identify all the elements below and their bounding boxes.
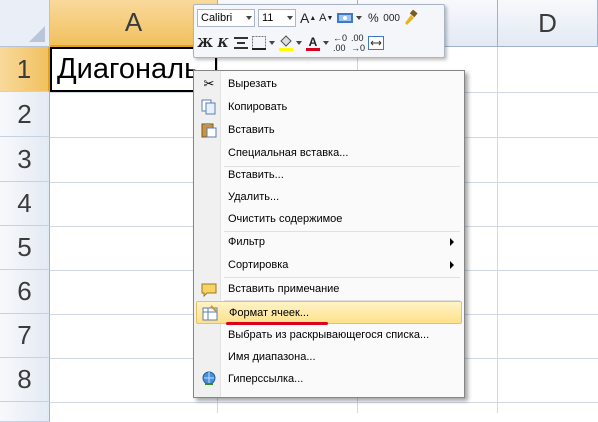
mini-toolbar: Calibri 11 A ▲ A ▼ % 000 Ж К A ←0 .00 .0… [193, 4, 445, 58]
increase-decimal-icon[interactable]: ←0.00 [332, 33, 348, 53]
menu-item-label: Копировать [228, 101, 288, 113]
menu-item-name-range[interactable]: Имя диапазона... [196, 346, 462, 368]
font-color-letter: A [308, 34, 318, 49]
borders-icon[interactable] [251, 33, 267, 53]
italic-button[interactable]: К [215, 33, 231, 53]
menu-item-cut[interactable]: ✂ Вырезать [196, 73, 462, 95]
cell-a1[interactable]: Диагональ [50, 47, 217, 92]
menu-item-paste-special[interactable]: Специальная вставка... [196, 142, 462, 164]
menu-item-format-cells[interactable]: Формат ячеек... [196, 301, 462, 324]
menu-item-label: Формат ячеек... [229, 306, 310, 319]
menu-item-label: Вставить примечание [228, 283, 340, 295]
submenu-arrow-icon [450, 261, 454, 269]
chevron-down-icon[interactable] [356, 16, 363, 20]
menu-item-label: Сортировка [228, 259, 289, 271]
row-header-4[interactable]: 4 [0, 182, 50, 226]
row-header-7[interactable]: 7 [0, 314, 50, 358]
chevron-down-icon [246, 16, 252, 20]
column-header-d[interactable]: D [498, 0, 598, 47]
submenu-arrow-icon [450, 238, 454, 246]
copy-icon [201, 99, 217, 115]
accounting-format-icon[interactable] [336, 8, 354, 28]
grow-font-icon[interactable]: A ▲ [300, 8, 316, 28]
percent-style-button[interactable]: % [365, 8, 381, 28]
scissors-icon: ✂ [203, 76, 215, 91]
font-name-value: Calibri [201, 12, 233, 24]
align-center-icon[interactable] [233, 33, 249, 53]
fill-color-icon[interactable] [278, 33, 294, 53]
menu-item-label: Гиперссылка... [228, 373, 304, 385]
menu-item-label: Вырезать [228, 78, 277, 90]
menu-item-hyperlink[interactable]: Гиперссылка... [196, 368, 462, 390]
select-all-triangle-icon [29, 26, 45, 42]
decrease-decimal-icon[interactable]: .00 →0 [350, 33, 366, 53]
font-name-combo[interactable]: Calibri [197, 9, 255, 27]
thousands-separator-button[interactable]: 000 [383, 8, 400, 28]
menu-item-paste[interactable]: Вставить [196, 119, 462, 141]
row-header-9[interactable] [0, 402, 50, 422]
bold-button[interactable]: Ж [197, 33, 213, 53]
menu-item-copy[interactable]: Копировать [196, 96, 462, 118]
menu-item-label: Вставить... [228, 169, 284, 181]
paste-icon [201, 122, 217, 138]
menu-item-label: Очистить содержимое [228, 213, 343, 225]
menu-item-label: Фильтр [228, 236, 265, 248]
font-size-combo[interactable]: 11 [258, 9, 296, 27]
menu-item-delete[interactable]: Удалить... [196, 186, 462, 208]
font-color-swatch [306, 47, 320, 51]
row-header-1[interactable]: 1 [0, 47, 50, 92]
annotation-underline [226, 322, 328, 325]
select-all-corner[interactable] [0, 0, 50, 47]
chevron-down-icon [287, 16, 293, 20]
menu-item-clear-contents[interactable]: Очистить содержимое [196, 208, 462, 230]
row-header-5[interactable]: 5 [0, 226, 50, 270]
row-header-6[interactable]: 6 [0, 270, 50, 314]
context-menu: ✂ Вырезать Копировать Вставить Специальн… [193, 70, 465, 398]
row-header-8[interactable]: 8 [0, 358, 50, 402]
font-color-button[interactable]: A [305, 33, 321, 53]
row-header-2[interactable]: 2 [0, 92, 50, 137]
grid-line [50, 402, 598, 403]
row-header-3[interactable]: 3 [0, 137, 50, 182]
shrink-font-icon[interactable]: A ▼ [318, 8, 334, 28]
font-size-value: 11 [262, 12, 274, 24]
menu-item-sort[interactable]: Сортировка [196, 254, 462, 276]
format-painter-icon[interactable] [402, 8, 418, 28]
format-cells-icon [202, 305, 218, 321]
menu-item-label: Удалить... [228, 191, 280, 203]
menu-item-label: Специальная вставка... [228, 147, 349, 159]
merge-center-icon[interactable] [368, 33, 384, 53]
menu-item-label: Вставить [228, 124, 275, 136]
chevron-down-icon[interactable] [323, 41, 329, 45]
menu-item-insert[interactable]: Вставить... [196, 164, 462, 186]
comment-icon [201, 281, 217, 298]
grid-line [497, 47, 498, 413]
hyperlink-icon [201, 371, 217, 387]
chevron-down-icon[interactable] [296, 41, 302, 45]
menu-item-label: Имя диапазона... [228, 351, 316, 363]
chevron-down-icon[interactable] [269, 41, 275, 45]
menu-item-pick-from-list[interactable]: Выбрать из раскрывающегося списка... [196, 324, 462, 346]
menu-item-insert-comment[interactable]: Вставить примечание [196, 278, 462, 300]
menu-item-label: Выбрать из раскрывающегося списка... [228, 329, 430, 341]
menu-item-filter[interactable]: Фильтр [196, 231, 462, 253]
